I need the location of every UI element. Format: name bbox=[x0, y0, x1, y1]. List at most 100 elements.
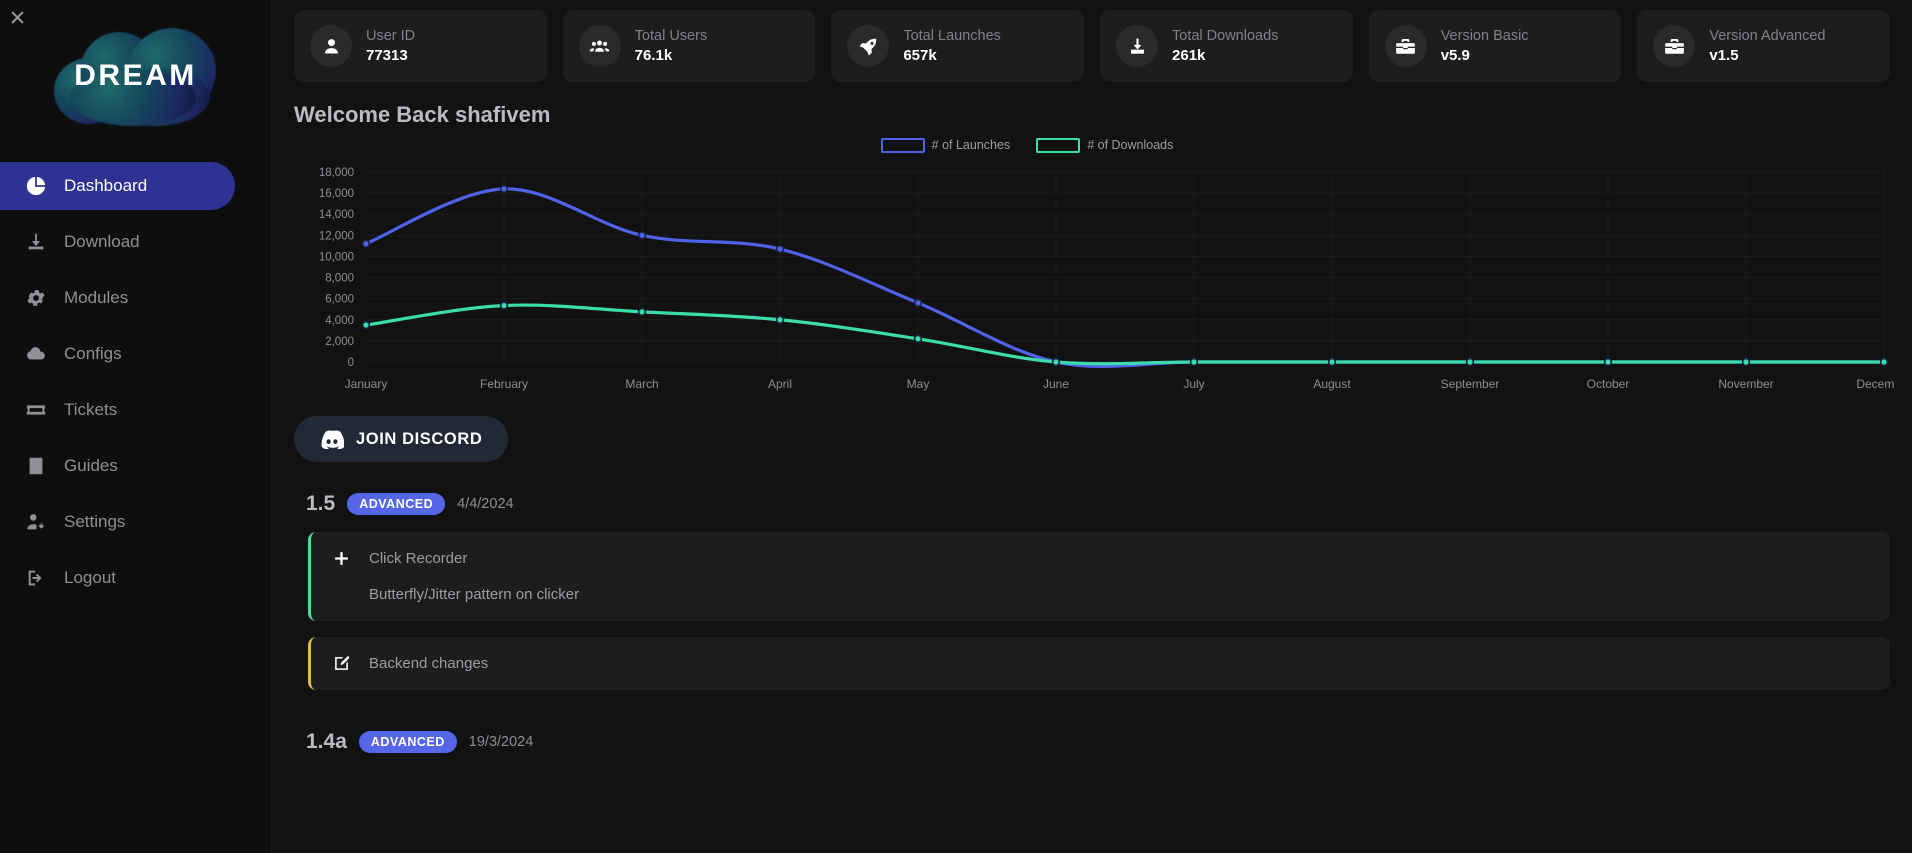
svg-text:8,000: 8,000 bbox=[325, 273, 354, 285]
sidebar-item-download[interactable]: Download bbox=[0, 218, 235, 266]
svg-text:January: January bbox=[345, 377, 388, 391]
status-badge: ADVANCED bbox=[347, 493, 445, 515]
sidebar-item-label: Guides bbox=[64, 456, 118, 476]
release-date: 19/3/2024 bbox=[469, 734, 534, 750]
gear-icon bbox=[24, 286, 48, 310]
svg-text:14,000: 14,000 bbox=[319, 209, 354, 221]
stat-label: Total Users bbox=[635, 28, 708, 44]
svg-text:6,000: 6,000 bbox=[325, 294, 354, 306]
pencil-icon bbox=[331, 655, 351, 672]
stat-value: 76.1k bbox=[635, 47, 708, 64]
svg-text:May: May bbox=[907, 377, 930, 391]
chart-legend: # of Launches # of Downloads bbox=[272, 132, 1912, 158]
rocket-icon bbox=[847, 25, 889, 67]
release-version: 1.4a bbox=[306, 730, 347, 754]
sidebar-item-label: Configs bbox=[64, 344, 122, 364]
sidebar-item-guides[interactable]: Guides bbox=[0, 442, 235, 490]
svg-text:18,000: 18,000 bbox=[319, 167, 354, 179]
svg-text:September: September bbox=[1441, 377, 1500, 391]
legend-label: # of Downloads bbox=[1087, 138, 1173, 152]
svg-text:February: February bbox=[480, 377, 528, 391]
discord-icon bbox=[320, 430, 344, 449]
svg-text:0: 0 bbox=[348, 357, 354, 369]
stat-label: Version Basic bbox=[1441, 28, 1529, 44]
sidebar-item-label: Logout bbox=[64, 568, 116, 588]
stat-value: 77313 bbox=[366, 47, 415, 64]
legend-swatch bbox=[881, 138, 925, 153]
sidebar-item-logout[interactable]: Logout bbox=[0, 554, 235, 602]
svg-text:4,000: 4,000 bbox=[325, 315, 354, 327]
brand-logo: DREAM bbox=[0, 0, 271, 152]
stat-label: Version Advanced bbox=[1709, 28, 1825, 44]
join-discord-label: JOIN DISCORD bbox=[356, 430, 482, 449]
stat-card-version-basic[interactable]: Version Basic v5.9 bbox=[1369, 10, 1622, 82]
svg-text:10,000: 10,000 bbox=[319, 251, 354, 263]
users-icon bbox=[579, 25, 621, 67]
page-title: Welcome Back shafivem bbox=[294, 102, 1912, 128]
book-icon bbox=[24, 454, 48, 478]
chart-plot-area: 0 2,000 4,000 6,000 8,000 10,000 12,000 14,000 1… bbox=[294, 158, 1894, 396]
changelog-entry-edited[interactable]: Backend changes bbox=[308, 637, 1890, 690]
sidebar: DREAM Dashboard Download Modules bbox=[0, 0, 272, 853]
svg-text:July: July bbox=[1183, 377, 1204, 391]
sidebar-item-label: Dashboard bbox=[64, 176, 147, 196]
release-version: 1.5 bbox=[306, 492, 335, 516]
stat-card-total-downloads[interactable]: Total Downloads 261k bbox=[1100, 10, 1353, 82]
entry-title: Click Recorder bbox=[369, 550, 467, 567]
svg-text:12,000: 12,000 bbox=[319, 230, 354, 242]
stat-value: 657k bbox=[903, 47, 1001, 64]
cloud-icon bbox=[24, 342, 48, 366]
stat-card-version-advanced[interactable]: Version Advanced v1.5 bbox=[1637, 10, 1890, 82]
sidebar-item-label: Modules bbox=[64, 288, 128, 308]
stat-card-user-id[interactable]: User ID 77313 bbox=[294, 10, 547, 82]
stat-value: 261k bbox=[1172, 47, 1278, 64]
svg-text:2,000: 2,000 bbox=[325, 336, 354, 348]
legend-item-downloads[interactable]: # of Downloads bbox=[1036, 138, 1173, 153]
stat-value: v1.5 bbox=[1709, 47, 1825, 64]
stat-label: Total Launches bbox=[903, 28, 1001, 44]
join-discord-button[interactable]: JOIN DISCORD bbox=[294, 416, 508, 462]
svg-text:October: October bbox=[1587, 377, 1630, 391]
sidebar-nav: Dashboard Download Modules Configs bbox=[0, 162, 271, 602]
chart-svg: 0 2,000 4,000 6,000 8,000 10,000 12,000 14,000 1… bbox=[294, 158, 1894, 396]
svg-text:March: March bbox=[625, 377, 658, 391]
download-icon bbox=[24, 230, 48, 254]
launches-downloads-chart: # of Launches # of Downloads 0 2,000 4,000… bbox=[272, 132, 1912, 402]
stat-card-total-users[interactable]: Total Users 76.1k bbox=[563, 10, 816, 82]
entry-title: Backend changes bbox=[369, 655, 488, 672]
logo-text: DREAM bbox=[74, 59, 197, 93]
app-root: DREAM Dashboard Download Modules bbox=[0, 0, 1912, 853]
ticket-icon bbox=[24, 398, 48, 422]
sidebar-item-dashboard[interactable]: Dashboard bbox=[0, 162, 235, 210]
sidebar-item-label: Settings bbox=[64, 512, 125, 532]
stat-label: User ID bbox=[366, 28, 415, 44]
sidebar-item-configs[interactable]: Configs bbox=[0, 330, 235, 378]
main-content: User ID 77313 Total Users 76.1k Tota bbox=[272, 0, 1912, 853]
svg-text:April: April bbox=[768, 377, 792, 391]
sidebar-item-label: Tickets bbox=[64, 400, 117, 420]
release-header: 1.5 ADVANCED 4/4/2024 bbox=[306, 492, 1890, 516]
stat-cards: User ID 77313 Total Users 76.1k Tota bbox=[272, 0, 1912, 82]
legend-label: # of Launches bbox=[932, 138, 1011, 152]
changelog-entry-added[interactable]: Click Recorder Butterfly/Jitter pattern … bbox=[308, 532, 1890, 621]
svg-text:16,000: 16,000 bbox=[319, 188, 354, 200]
sidebar-item-tickets[interactable]: Tickets bbox=[0, 386, 235, 434]
legend-item-launches[interactable]: # of Launches bbox=[881, 138, 1011, 153]
stat-label: Total Downloads bbox=[1172, 28, 1278, 44]
plus-icon bbox=[331, 550, 351, 567]
status-badge: ADVANCED bbox=[359, 731, 457, 753]
sidebar-item-settings[interactable]: Settings bbox=[0, 498, 235, 546]
svg-text:June: June bbox=[1043, 377, 1069, 391]
svg-text:December: December bbox=[1856, 377, 1894, 391]
stat-value: v5.9 bbox=[1441, 47, 1529, 64]
sidebar-item-label: Download bbox=[64, 232, 140, 252]
entry-subtitle: Butterfly/Jitter pattern on clicker bbox=[369, 586, 1870, 603]
user-icon bbox=[310, 25, 352, 67]
logout-icon bbox=[24, 566, 48, 590]
sidebar-item-modules[interactable]: Modules bbox=[0, 274, 235, 322]
pie-chart-icon bbox=[24, 174, 48, 198]
changelog: 1.5 ADVANCED 4/4/2024 Click Recorder But… bbox=[272, 492, 1912, 754]
svg-text:August: August bbox=[1313, 377, 1351, 391]
download-icon bbox=[1116, 25, 1158, 67]
stat-card-total-launches[interactable]: Total Launches 657k bbox=[831, 10, 1084, 82]
